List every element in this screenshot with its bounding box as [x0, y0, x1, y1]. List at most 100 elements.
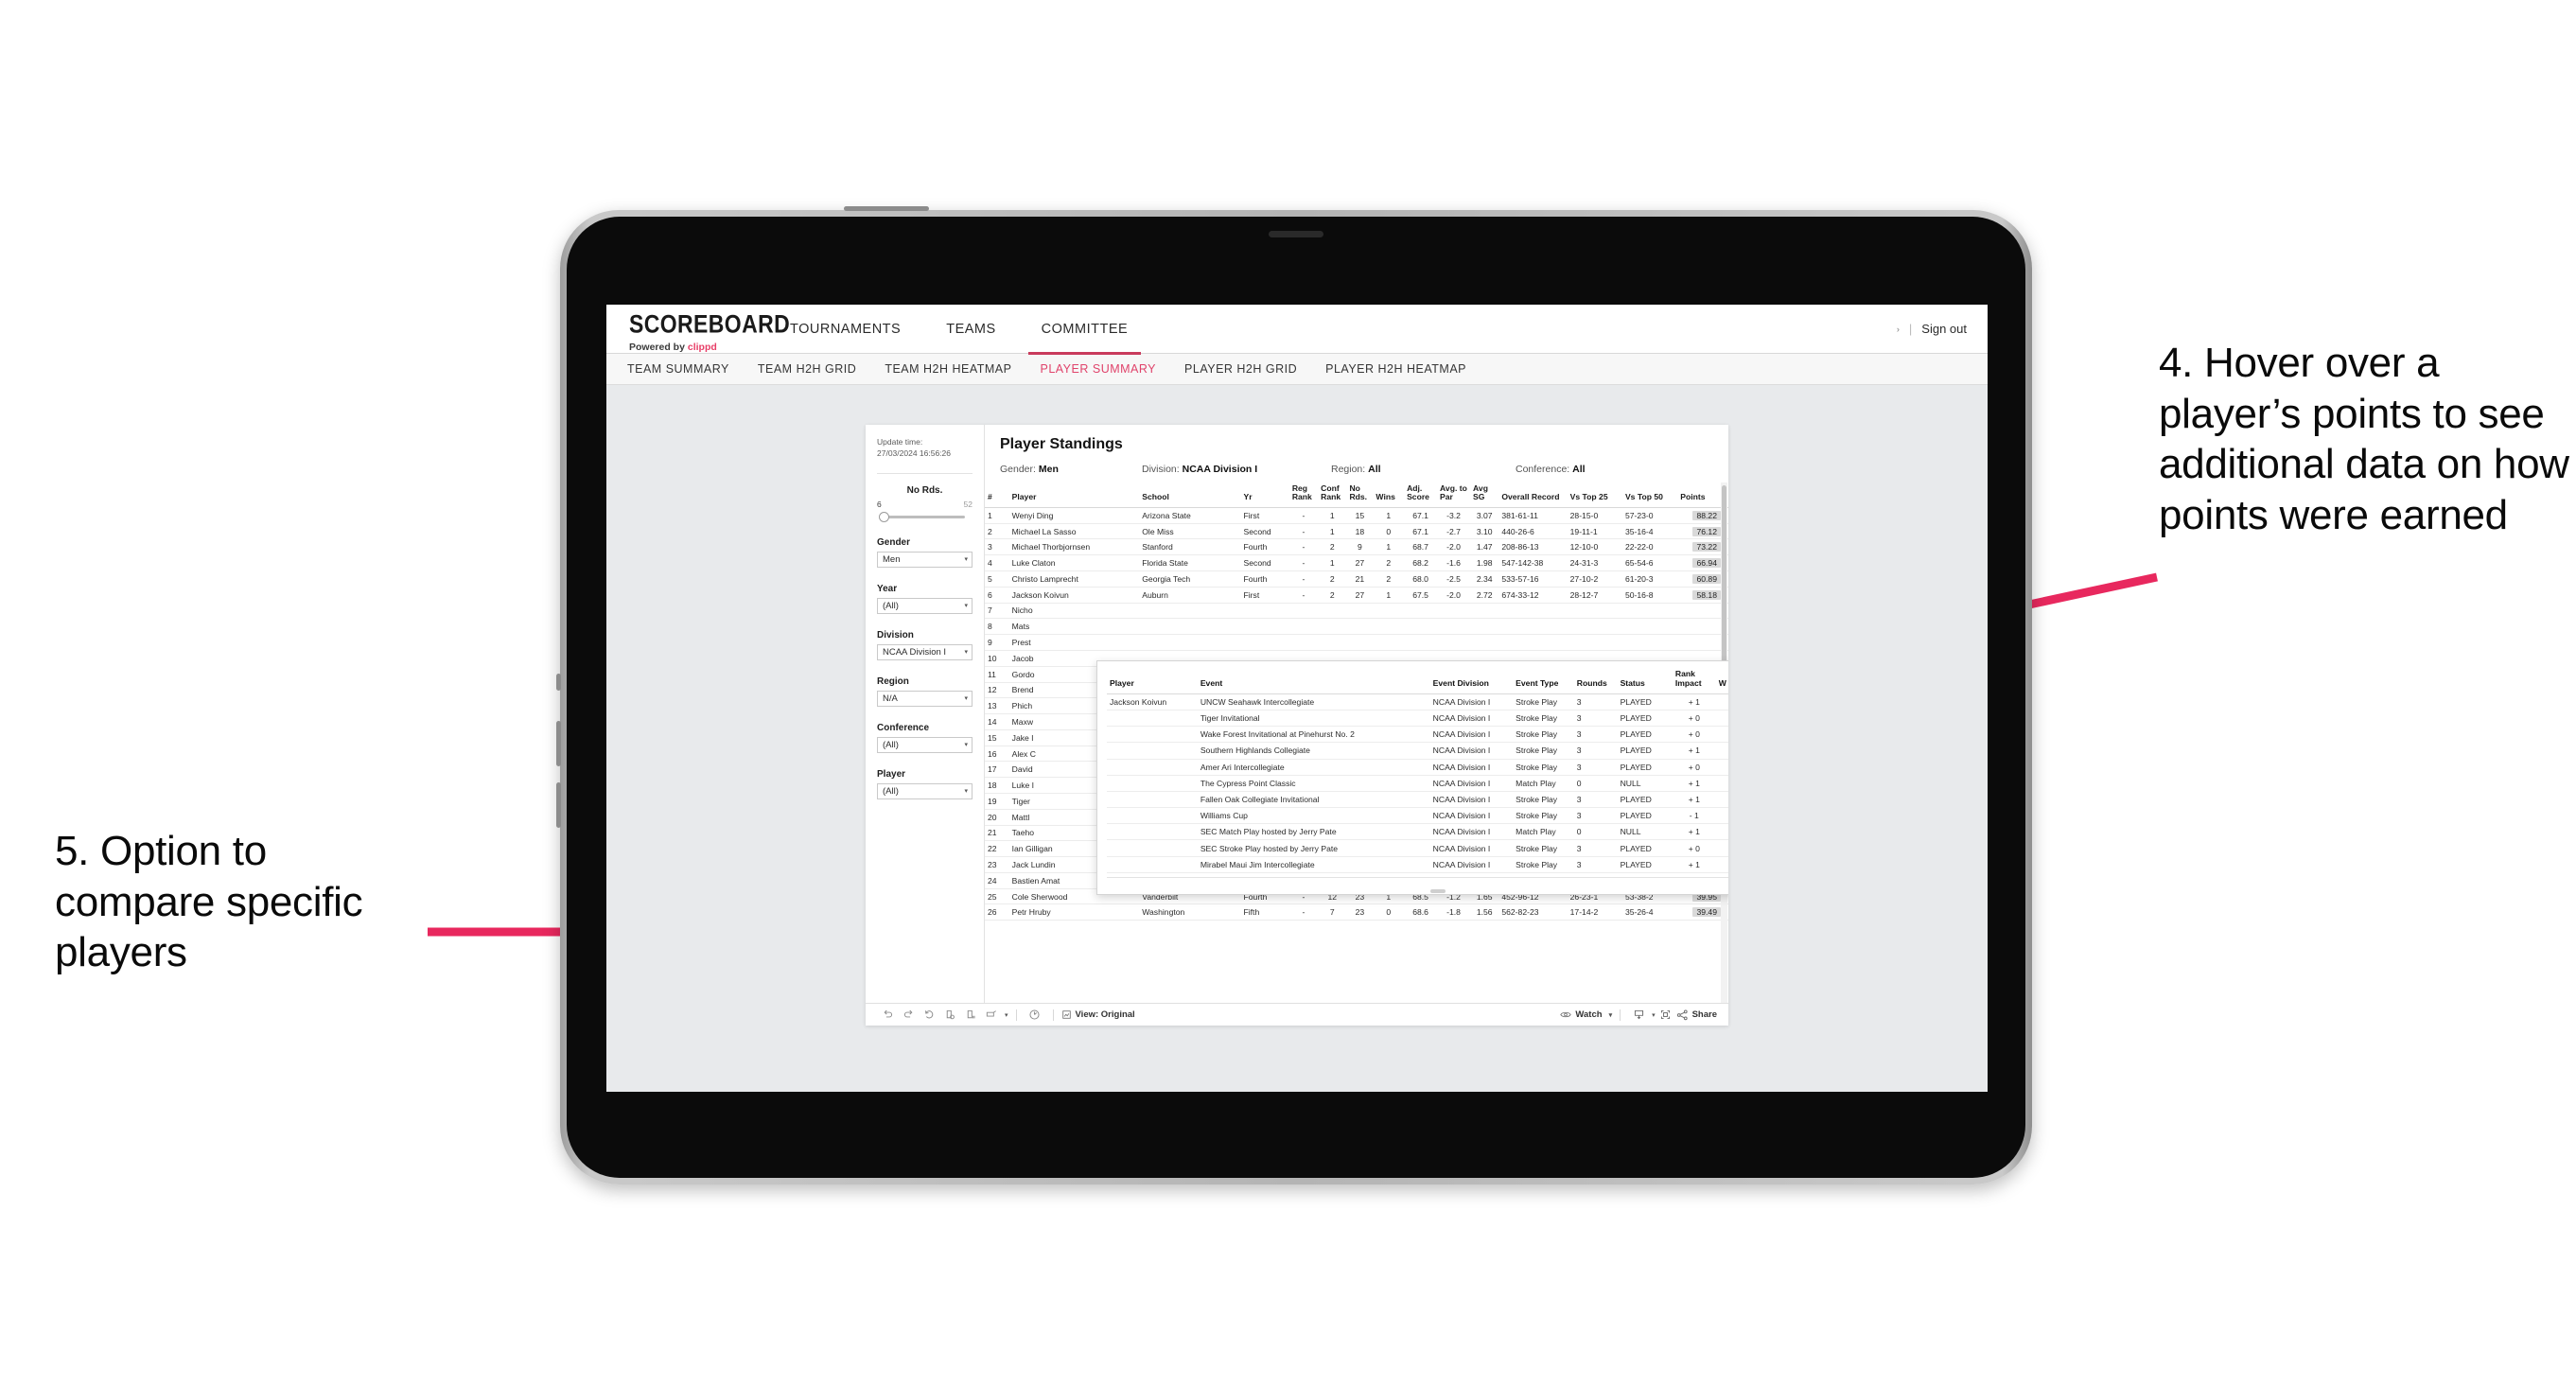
col-yr[interactable]: Yr [1240, 482, 1289, 508]
device-button-power[interactable] [556, 674, 561, 691]
col-rank[interactable]: # [985, 482, 1009, 508]
points-chip[interactable]: 39.49 [1692, 907, 1721, 918]
cell-yr: Fourth [1240, 538, 1289, 556]
refresh-data-icon[interactable] [939, 1009, 960, 1021]
pause-icon[interactable] [1025, 1009, 1045, 1021]
col-wins[interactable]: Wins [1373, 482, 1405, 508]
cell-wins [1373, 634, 1405, 651]
cell-player: Christo Lamprecht [1008, 570, 1140, 588]
table-row[interactable]: 4 Luke Claton Florida State Second -1 27 2 68.2… [985, 554, 1728, 572]
col-school[interactable]: School [1139, 482, 1241, 508]
points-chip[interactable]: 76.12 [1692, 526, 1721, 536]
table-row[interactable]: 26 Petr Hruby Washington Fifth -7 23 0 68.6 -1.8… [985, 904, 1728, 921]
summary-conference-key: Conference: [1516, 464, 1570, 475]
tooltip-resize-handle[interactable] [1430, 888, 1446, 893]
tip-cell-w-points: 20.47 [1715, 807, 1728, 825]
filter-gender-select[interactable]: Men ▾ [877, 551, 973, 568]
cell-vs-top-50: 50-16-8 [1621, 587, 1678, 604]
filter-conference-select[interactable]: (All) ▾ [877, 736, 973, 753]
cell-wins: 1 [1373, 538, 1405, 556]
table-row[interactable]: 2 Michael La Sasso Ole Miss Second -1 18 0 67.1… [985, 523, 1728, 540]
tip-cell-rounds: 0 [1573, 823, 1618, 841]
tip-cell-rank-impact: - 1 [1672, 807, 1716, 825]
filter-player-select[interactable]: (All) ▾ [877, 782, 973, 799]
filter-year-select[interactable]: (All) ▾ [877, 597, 973, 614]
tip-cell-event: Amer Ari Intercollegiate [1197, 759, 1430, 776]
menu-item-tournaments[interactable]: TOURNAMENTS [767, 305, 923, 354]
slider-handle[interactable] [879, 511, 889, 522]
col-overall-record[interactable]: Overall Record [1498, 482, 1568, 508]
share-button[interactable]: Share [1676, 1009, 1717, 1021]
col-reg-rank[interactable]: Reg Rank [1288, 482, 1319, 508]
cell-school: Stanford [1139, 538, 1241, 556]
tab-team-h2h-grid[interactable]: TEAM H2H GRID [758, 362, 856, 376]
chevron-down-icon[interactable]: ▾ [1609, 1011, 1613, 1019]
col-player[interactable]: Player [1008, 482, 1140, 508]
tab-team-h2h-heatmap[interactable]: TEAM H2H HEATMAP [885, 362, 1011, 376]
cell-adj-score: 68.0 [1404, 570, 1438, 588]
slider-track[interactable] [877, 511, 973, 522]
standings-table-wrapper[interactable]: # Player School Yr Reg Rank Conf Rank No… [985, 482, 1728, 1003]
filter-player-value: (All) [883, 785, 899, 797]
table-row[interactable]: 1 Wenyi Ding Arizona State First -1 15 1 67.1 -3… [985, 507, 1728, 524]
tip-cell-status: NULL [1617, 775, 1673, 792]
cell-conf-rank [1318, 603, 1347, 620]
tip-cell-rounds: 3 [1573, 807, 1618, 825]
table-row[interactable]: 7 Nicho [985, 603, 1728, 620]
menu-item-teams[interactable]: TEAMS [923, 305, 1018, 354]
player-standings-card: Update time: 27/03/2024 16:56:26 No Rds.… [866, 425, 1728, 1026]
points-detail-tooltip[interactable]: Player Event Event Division Event Type R… [1096, 660, 1728, 895]
menu-item-committee[interactable]: COMMITTEE [1019, 305, 1151, 355]
col-no-rds[interactable]: No Rds. [1346, 482, 1374, 508]
col-adj-score[interactable]: Adj. Score [1404, 482, 1438, 508]
divider [1620, 1009, 1621, 1021]
tooltip-table-head: Player Event Event Division Event Type R… [1107, 669, 1728, 694]
col-conf-rank[interactable]: Conf Rank [1318, 482, 1347, 508]
points-chip[interactable]: 88.22 [1692, 510, 1721, 520]
col-vs-top-25[interactable]: Vs Top 25 [1567, 482, 1622, 508]
tab-team-summary[interactable]: TEAM SUMMARY [627, 362, 729, 376]
filter-division-select[interactable]: NCAA Division I ▾ [877, 643, 973, 660]
view-original-button[interactable]: View: Original [1061, 1009, 1135, 1020]
table-row[interactable]: 8 Mats [985, 618, 1728, 636]
fullscreen-icon[interactable] [1656, 1009, 1676, 1021]
brand-logo[interactable]: SCOREBOARD Powered by clippd [606, 305, 790, 353]
pause-auto-update-icon[interactable] [960, 1009, 981, 1021]
table-row[interactable]: 6 Jackson Koivun Auburn First -2 27 1 67.5 -2.0 2… [985, 587, 1728, 604]
filter-division-value: NCAA Division I [883, 646, 947, 658]
col-avg-sg[interactable]: Avg SG [1470, 482, 1499, 508]
tab-player-h2h-grid[interactable]: PLAYER H2H GRID [1184, 362, 1297, 376]
points-chip[interactable]: 60.89 [1692, 573, 1721, 584]
points-chip[interactable]: 73.22 [1692, 542, 1721, 553]
tab-player-summary[interactable]: PLAYER SUMMARY [1040, 362, 1156, 376]
tip-cell-w-points: 47.57 [1715, 759, 1728, 776]
sign-out-link[interactable]: Sign out [1921, 322, 1967, 336]
device-layout-icon[interactable] [981, 1009, 1002, 1021]
chevron-down-icon[interactable]: ▾ [1005, 1011, 1008, 1019]
cell-school: Auburn [1139, 587, 1241, 604]
tip-cell-rounds: 3 [1573, 759, 1618, 776]
undo-icon[interactable] [877, 1009, 898, 1021]
device-button-volume-up[interactable] [556, 721, 561, 766]
table-row[interactable]: 9 Prest [985, 634, 1728, 651]
chevron-right-icon[interactable]: › [1897, 325, 1900, 334]
table-row[interactable]: 5 Christo Lamprecht Georgia Tech Fourth -2 21… [985, 570, 1728, 588]
cell-rank: 25 [985, 888, 1009, 905]
device-button-volume-down[interactable] [556, 782, 561, 828]
table-row[interactable]: 3 Michael Thorbjornsen Stanford Fourth -2 9 1 6… [985, 538, 1728, 556]
redo-icon[interactable] [898, 1009, 919, 1021]
filter-region-select[interactable]: N/A ▾ [877, 690, 973, 707]
tab-player-h2h-heatmap[interactable]: PLAYER H2H HEATMAP [1325, 362, 1466, 376]
col-avg-to-par[interactable]: Avg. to Par [1437, 482, 1471, 508]
view-original-label: View: Original [1075, 1009, 1135, 1020]
points-chip[interactable]: 66.94 [1692, 558, 1721, 569]
no-rounds-slider[interactable]: No Rds. 6 52 [877, 485, 973, 522]
filter-division: Division NCAA Division I ▾ [877, 630, 973, 660]
revert-icon[interactable] [919, 1009, 939, 1021]
points-chip[interactable]: 58.18 [1692, 589, 1721, 600]
brand-clippd: clippd [687, 342, 717, 353]
col-vs-top-50[interactable]: Vs Top 50 [1621, 482, 1678, 508]
download-icon[interactable] [1628, 1009, 1649, 1021]
watch-button[interactable]: Watch ▾ [1560, 1009, 1612, 1020]
cell-vs-top-25 [1567, 618, 1622, 636]
